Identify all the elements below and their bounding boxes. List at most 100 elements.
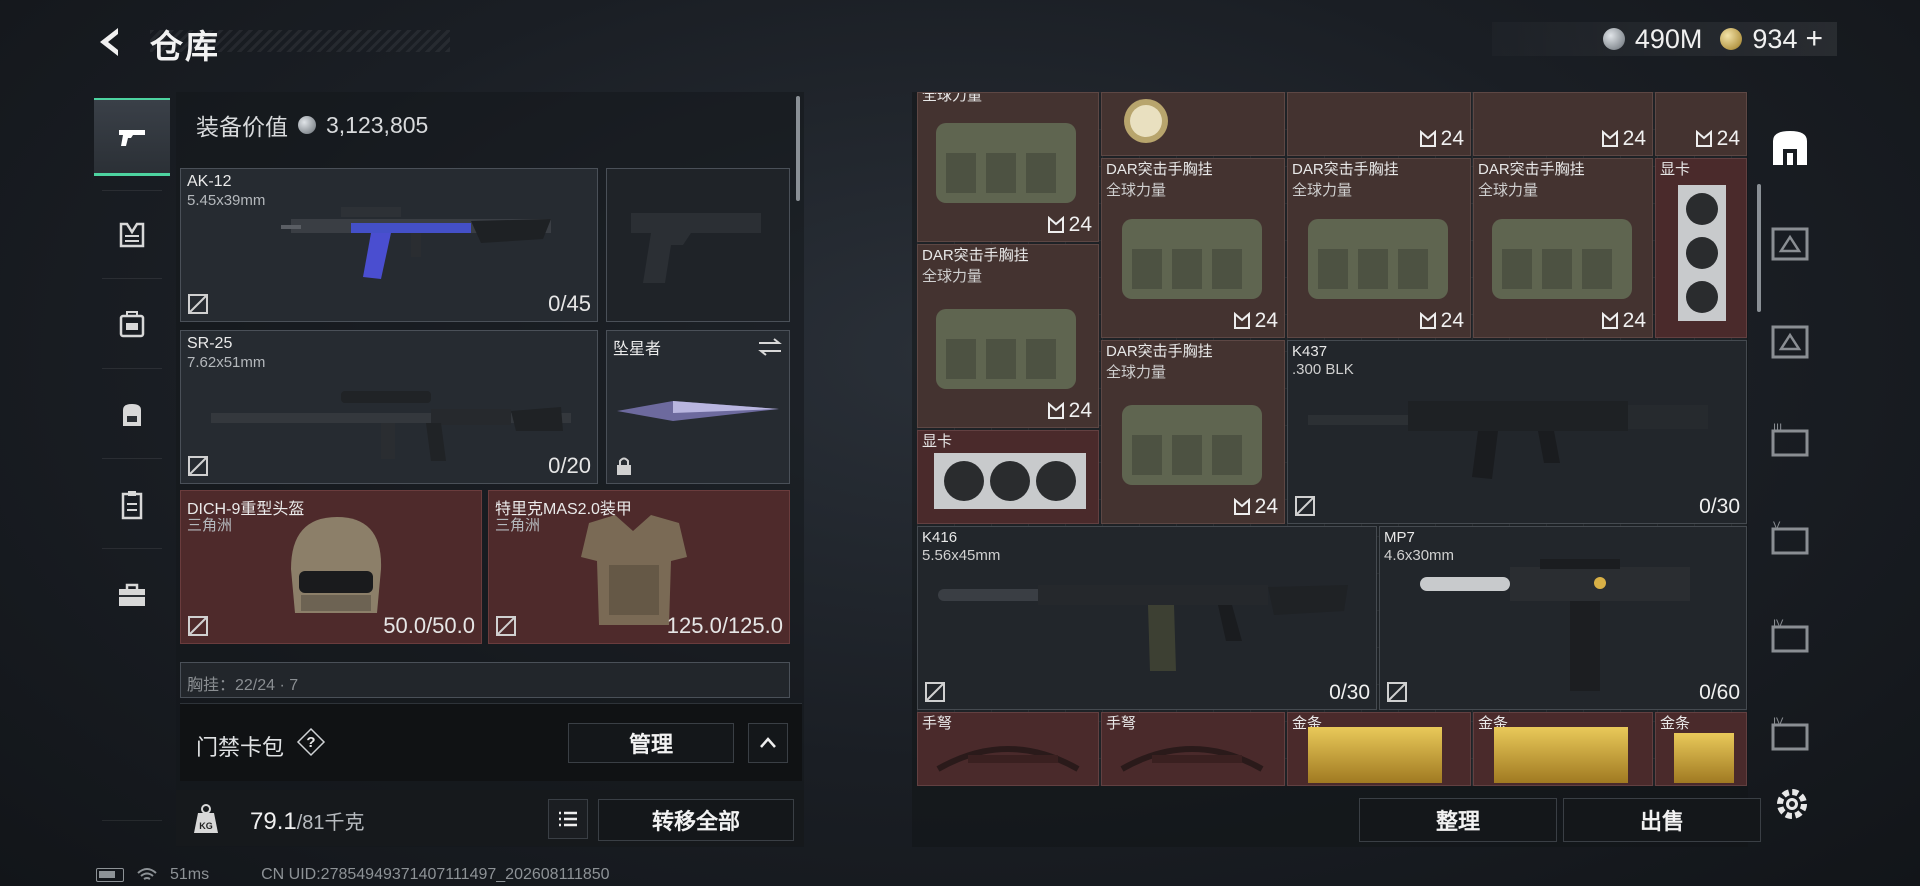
primary-weapon-slot[interactable]: AK-12 5.45x39mm 0/45	[180, 168, 598, 322]
category-backpack[interactable]	[94, 286, 170, 364]
pistol-slot[interactable]	[606, 168, 790, 322]
chest-rig-image	[936, 309, 1076, 389]
svg-text:IV: IV	[1773, 716, 1784, 728]
item-faction: 三角洲	[495, 517, 541, 534]
rifle-image	[281, 207, 551, 279]
storage-tab-main[interactable]	[1762, 120, 1818, 176]
help-icon[interactable]: ?	[296, 727, 326, 757]
crate-tier-icon: V	[1771, 520, 1809, 555]
svg-text:IV: IV	[1773, 618, 1784, 630]
storage-tab-3[interactable]	[1762, 314, 1818, 370]
stack-icon	[1601, 312, 1618, 329]
storage-item-gpu[interactable]: 显卡	[1655, 158, 1747, 338]
item-count: 24	[1047, 399, 1092, 423]
armor-slot[interactable]: 特里克MAS2.0装甲 三角洲 125.0/125.0	[488, 490, 790, 644]
storage-tab-5[interactable]: V	[1762, 510, 1818, 566]
storage-item-rig[interactable]: DAR突击手胸挂 全球力量 24	[1287, 158, 1471, 338]
storage-item-rig[interactable]: 全球力量 24	[917, 92, 1099, 242]
storage-item-crossbow[interactable]: 手弩	[917, 712, 1099, 786]
storage-item[interactable]: 24	[1655, 92, 1747, 156]
rig-icon	[119, 311, 145, 338]
category-bag[interactable]	[94, 376, 170, 454]
storage-tab-6[interactable]: IV	[1762, 608, 1818, 664]
add-currency-button[interactable]: +	[1805, 22, 1823, 56]
page-title: 仓库	[150, 28, 220, 65]
helmet-slot[interactable]: DICH-9重型头盔 三角洲 50.0/50.0	[180, 490, 482, 644]
scrollbar[interactable]	[796, 96, 800, 201]
ammo-count: 0/45	[548, 291, 591, 316]
svg-text:?: ?	[306, 734, 315, 751]
storage-item-compass[interactable]	[1101, 92, 1285, 156]
category-toolbox[interactable]	[94, 556, 170, 634]
storage-item-gpu[interactable]: 显卡	[917, 430, 1099, 524]
back-arrow-icon[interactable]	[92, 24, 128, 60]
no-insurance-icon	[188, 616, 208, 636]
storage-item-rig[interactable]: DAR突击手胸挂 全球力量 24	[1473, 158, 1653, 338]
storage-item-rig[interactable]: DAR突击手胸挂 全球力量 24	[1101, 158, 1285, 338]
silver-amount: 490M	[1634, 23, 1703, 54]
item-count: 24	[1419, 309, 1464, 333]
gold-bar-image	[1674, 733, 1734, 783]
chest-rig-slot[interactable]: 胸挂：22/24 · 7	[180, 662, 790, 698]
list-view-button[interactable]	[548, 799, 588, 839]
toolbox-icon	[119, 583, 145, 606]
secondary-weapon-slot[interactable]: SR-25 7.62x51mm 0/20	[180, 330, 598, 484]
storage-item-gold-bar[interactable]: 金条	[1655, 712, 1747, 786]
chevron-up-icon	[760, 737, 776, 748]
storage-item-mp7[interactable]: MP7 4.6x30mm 0/60	[1379, 526, 1747, 710]
item-sub: 全球力量	[1106, 364, 1167, 381]
stack-icon	[1233, 498, 1250, 515]
category-weapons[interactable]	[94, 98, 170, 176]
storage-item-rig[interactable]: DAR突击手胸挂 全球力量 24	[917, 244, 1099, 428]
current-weight: 79.1	[250, 808, 297, 835]
ammo-count: 0/20	[548, 453, 591, 478]
gear-icon[interactable]	[1772, 784, 1812, 824]
scrollbar[interactable]	[1757, 184, 1761, 312]
svg-text:III: III	[1773, 422, 1782, 434]
gold-coin-icon	[1720, 28, 1743, 50]
sort-button[interactable]: 整理	[1359, 798, 1557, 842]
storage-item[interactable]: 24	[1287, 92, 1471, 156]
chest-rig-image	[1308, 219, 1448, 299]
category-rail	[94, 90, 170, 830]
storage-item-gold-bar[interactable]: 金条	[1473, 712, 1653, 786]
transfer-all-button[interactable]: 转移全部	[598, 799, 794, 841]
item-count: 24	[1233, 495, 1278, 519]
storage-tab-2[interactable]	[1762, 216, 1818, 272]
category-case[interactable]	[94, 466, 170, 544]
graphics-card-image	[934, 453, 1086, 509]
storage-item-gold-bar[interactable]: 金条	[1287, 712, 1471, 786]
storage-tab-7[interactable]: IV	[1762, 706, 1818, 762]
pistol-placeholder-icon	[631, 213, 761, 283]
chest-rig-image	[1122, 219, 1262, 299]
melee-slot[interactable]: 坠星者	[606, 330, 790, 484]
no-insurance-icon	[188, 294, 208, 314]
storage-item-k437[interactable]: K437 .300 BLK 0/30	[1287, 340, 1747, 524]
item-count: 24	[1419, 127, 1464, 151]
storage-item-rig[interactable]: DAR突击手胸挂 全球力量 24	[1101, 340, 1285, 524]
collapse-button[interactable]	[748, 723, 788, 763]
stack-icon	[1233, 312, 1250, 329]
item-name: DAR突击手胸挂	[922, 247, 1029, 264]
ammo-count: 0/60	[1699, 681, 1740, 704]
smg-image	[1420, 559, 1690, 691]
storage-item[interactable]: 24	[1473, 92, 1653, 156]
manage-button[interactable]: 管理	[568, 723, 734, 763]
swap-icon[interactable]	[757, 337, 783, 357]
clipboard-icon	[121, 491, 143, 520]
no-insurance-icon	[1295, 496, 1315, 516]
warehouse-icon	[1773, 131, 1807, 165]
sell-button[interactable]: 出售	[1563, 798, 1761, 842]
category-armor[interactable]	[94, 196, 170, 274]
storage-item-crossbow[interactable]: 手弩	[1101, 712, 1285, 786]
item-name: K416	[922, 529, 958, 546]
ammo-count: 0/30	[1329, 681, 1370, 704]
silver-coin-icon	[298, 116, 316, 134]
storage-item-k416[interactable]: K416 5.56x45mm 0/30	[917, 526, 1377, 710]
storage-tab-4[interactable]: III	[1762, 412, 1818, 468]
status-bar: 51ms CN UID:27854949371407111497_2026081…	[96, 866, 610, 884]
stack-icon	[1695, 130, 1712, 147]
item-caliber: 5.45x39mm	[187, 192, 266, 209]
chest-rig-image	[1492, 219, 1632, 299]
item-name: DAR突击手胸挂	[1106, 343, 1213, 360]
